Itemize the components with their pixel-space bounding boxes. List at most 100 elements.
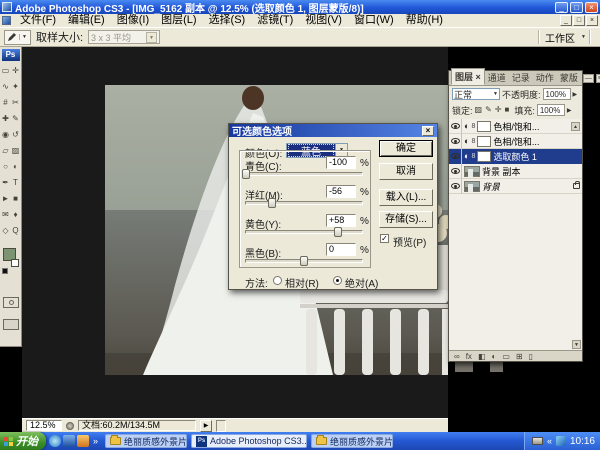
save-button[interactable]: 存储(S)... bbox=[379, 211, 433, 228]
taskbar-item-photoshop[interactable]: Ps Adobe Photoshop CS3... bbox=[191, 434, 307, 448]
layer-row-background-copy[interactable]: 背景 副本 bbox=[449, 164, 582, 179]
messenger-tray-icon[interactable] bbox=[556, 436, 566, 446]
hand-tool[interactable]: ◇ bbox=[1, 222, 11, 238]
menu-item-8[interactable]: 帮助(H) bbox=[400, 14, 449, 27]
magenta-slider[interactable] bbox=[245, 201, 363, 205]
cyan-value-field[interactable]: -100 bbox=[326, 156, 356, 169]
opacity-spinner-icon[interactable]: ▶ bbox=[573, 91, 578, 98]
menu-item-6[interactable]: 视图(V) bbox=[299, 14, 348, 27]
dialog-titlebar[interactable]: 可选颜色选项 × bbox=[229, 124, 437, 137]
layer-mask-thumbnail[interactable] bbox=[477, 136, 491, 147]
lock-icon-1[interactable]: ✎ bbox=[485, 105, 492, 115]
layer-name[interactable]: 色相/饱和... bbox=[493, 120, 539, 133]
doc-close-button[interactable]: × bbox=[586, 15, 598, 26]
yellow-slider[interactable] bbox=[245, 230, 363, 234]
layer-name[interactable]: 色相/饱和... bbox=[493, 135, 539, 148]
quick-mask-mode-button[interactable] bbox=[3, 297, 19, 308]
layer-row-hue-sat-1[interactable]: ◐ 8 色相/饱和... bbox=[449, 134, 582, 149]
layer-row-selective-color[interactable]: ◐ 8 选取颜色 1 bbox=[449, 149, 582, 164]
yellow-value-field[interactable]: +58 bbox=[326, 214, 356, 227]
status-flyout-button[interactable]: ▶ bbox=[200, 420, 212, 432]
delete-layer-icon[interactable]: ▯ bbox=[529, 352, 533, 361]
minimize-button[interactable]: _ bbox=[555, 2, 568, 13]
current-tool-button[interactable]: ▼ bbox=[4, 30, 31, 45]
black-value-field[interactable]: 0 bbox=[326, 243, 356, 256]
tab-actions[interactable]: 动作 bbox=[533, 70, 557, 85]
menu-item-7[interactable]: 窗口(W) bbox=[348, 14, 400, 27]
method-absolute-label[interactable]: 绝对(A) bbox=[345, 275, 378, 290]
history-brush-tool[interactable]: ↺ bbox=[11, 126, 21, 142]
menu-item-2[interactable]: 图像(I) bbox=[111, 14, 155, 27]
new-layer-icon[interactable]: ⊞ bbox=[516, 352, 523, 361]
ok-button[interactable]: 确定 bbox=[379, 140, 433, 157]
gradient-tool[interactable]: ▨ bbox=[11, 142, 21, 158]
preview-checkbox[interactable]: ✓ bbox=[380, 234, 389, 243]
black-slider[interactable] bbox=[245, 259, 363, 263]
fill-field[interactable]: 100% bbox=[537, 104, 565, 116]
opacity-field[interactable]: 100% bbox=[543, 88, 571, 100]
layer-group-icon[interactable]: ▭ bbox=[502, 352, 510, 361]
lock-icon-3[interactable]: ■ bbox=[504, 105, 509, 115]
menu-item-1[interactable]: 编辑(E) bbox=[62, 14, 111, 27]
black-slider-thumb[interactable] bbox=[300, 256, 308, 266]
crop-tool[interactable]: # bbox=[1, 94, 11, 110]
layer-thumbnail[interactable] bbox=[464, 166, 480, 177]
magic-wand-tool[interactable]: ✦ bbox=[11, 78, 21, 94]
tab-channels[interactable]: 通道 bbox=[485, 70, 509, 85]
adjustment-layer-icon[interactable]: ◐ bbox=[492, 352, 497, 361]
scroll-up-button[interactable]: ▲ bbox=[571, 122, 580, 131]
cancel-button[interactable]: 取消 bbox=[379, 163, 433, 180]
layer-row-background[interactable]: 背景 bbox=[449, 179, 582, 194]
notes-tool[interactable]: ✉ bbox=[1, 206, 11, 222]
clone-stamp-tool[interactable]: ◉ bbox=[1, 126, 11, 142]
quick-launch-icon-1[interactable] bbox=[49, 435, 61, 447]
preview-label[interactable]: 预览(P) bbox=[393, 234, 426, 249]
close-button[interactable]: × bbox=[585, 2, 598, 13]
tab-history[interactable]: 记录 bbox=[509, 70, 533, 85]
layer-mask-thumbnail[interactable] bbox=[477, 121, 491, 132]
default-colors-icon[interactable] bbox=[2, 268, 8, 274]
lock-icon-0[interactable]: ▨ bbox=[475, 105, 483, 115]
dodge-tool[interactable]: ◐ bbox=[11, 158, 21, 174]
background-color-swatch[interactable] bbox=[11, 259, 19, 267]
menu-item-4[interactable]: 选择(S) bbox=[203, 14, 252, 27]
fill-spinner-icon[interactable]: ▶ bbox=[567, 107, 572, 114]
doc-restore-button[interactable]: □ bbox=[573, 15, 585, 26]
blur-tool[interactable]: ○ bbox=[1, 158, 11, 174]
path-selection-tool[interactable]: ► bbox=[1, 190, 11, 206]
pen-tool[interactable]: ✒ bbox=[1, 174, 11, 190]
method-absolute-radio[interactable] bbox=[333, 276, 342, 285]
blend-mode-select[interactable]: 正常 ▼ bbox=[452, 88, 500, 100]
shape-tool[interactable]: ■ bbox=[11, 190, 21, 206]
yellow-slider-thumb[interactable] bbox=[334, 227, 342, 237]
slice-tool[interactable]: ✂ bbox=[11, 94, 21, 110]
start-button[interactable]: 开始 bbox=[0, 432, 46, 450]
scroll-down-button[interactable]: ▼ bbox=[572, 340, 581, 349]
panel-collapse-icon[interactable]: — bbox=[583, 74, 594, 83]
lock-icon-2[interactable]: ✛ bbox=[495, 105, 502, 115]
layer-style-icon[interactable]: fx bbox=[466, 352, 472, 361]
workspace-button[interactable]: 工作区 ▼ bbox=[532, 30, 596, 45]
taskbar-item-folder-1[interactable]: 绝丽质感外景片的定 bbox=[105, 434, 187, 448]
healing-brush-tool[interactable]: ✚ bbox=[1, 110, 11, 126]
restore-button[interactable]: □ bbox=[570, 2, 583, 13]
tool-preset-arrow-icon[interactable]: ▼ bbox=[19, 34, 29, 40]
layer-row-hue-sat-2[interactable]: ◐ 8 色相/饱和... ▲ bbox=[449, 119, 582, 134]
quick-launch-icon-2[interactable] bbox=[63, 435, 75, 447]
menu-item-5[interactable]: 滤镜(T) bbox=[251, 14, 299, 27]
dialog-close-icon[interactable]: × bbox=[422, 126, 434, 136]
move-tool[interactable]: ✛ bbox=[11, 62, 21, 78]
layer-mask-thumbnail[interactable] bbox=[477, 151, 491, 162]
quick-launch-icon-3[interactable] bbox=[77, 435, 89, 447]
tab-layers[interactable]: 图层 × bbox=[451, 68, 485, 85]
zoom-level-field[interactable]: 12.5% bbox=[26, 420, 62, 431]
zoom-tool[interactable]: Q bbox=[11, 222, 21, 238]
layer-thumbnail[interactable] bbox=[464, 181, 480, 192]
method-relative-label[interactable]: 相对(R) bbox=[285, 275, 319, 290]
rectangular-marquee-tool[interactable]: ▭ bbox=[1, 62, 11, 78]
load-button[interactable]: 载入(L)... bbox=[379, 189, 433, 206]
quick-launch-more-icon[interactable]: » bbox=[91, 436, 100, 446]
printer-tray-icon[interactable] bbox=[532, 437, 543, 445]
layer-mask-icon[interactable]: ◧ bbox=[478, 352, 486, 361]
type-tool[interactable]: T bbox=[11, 174, 21, 190]
